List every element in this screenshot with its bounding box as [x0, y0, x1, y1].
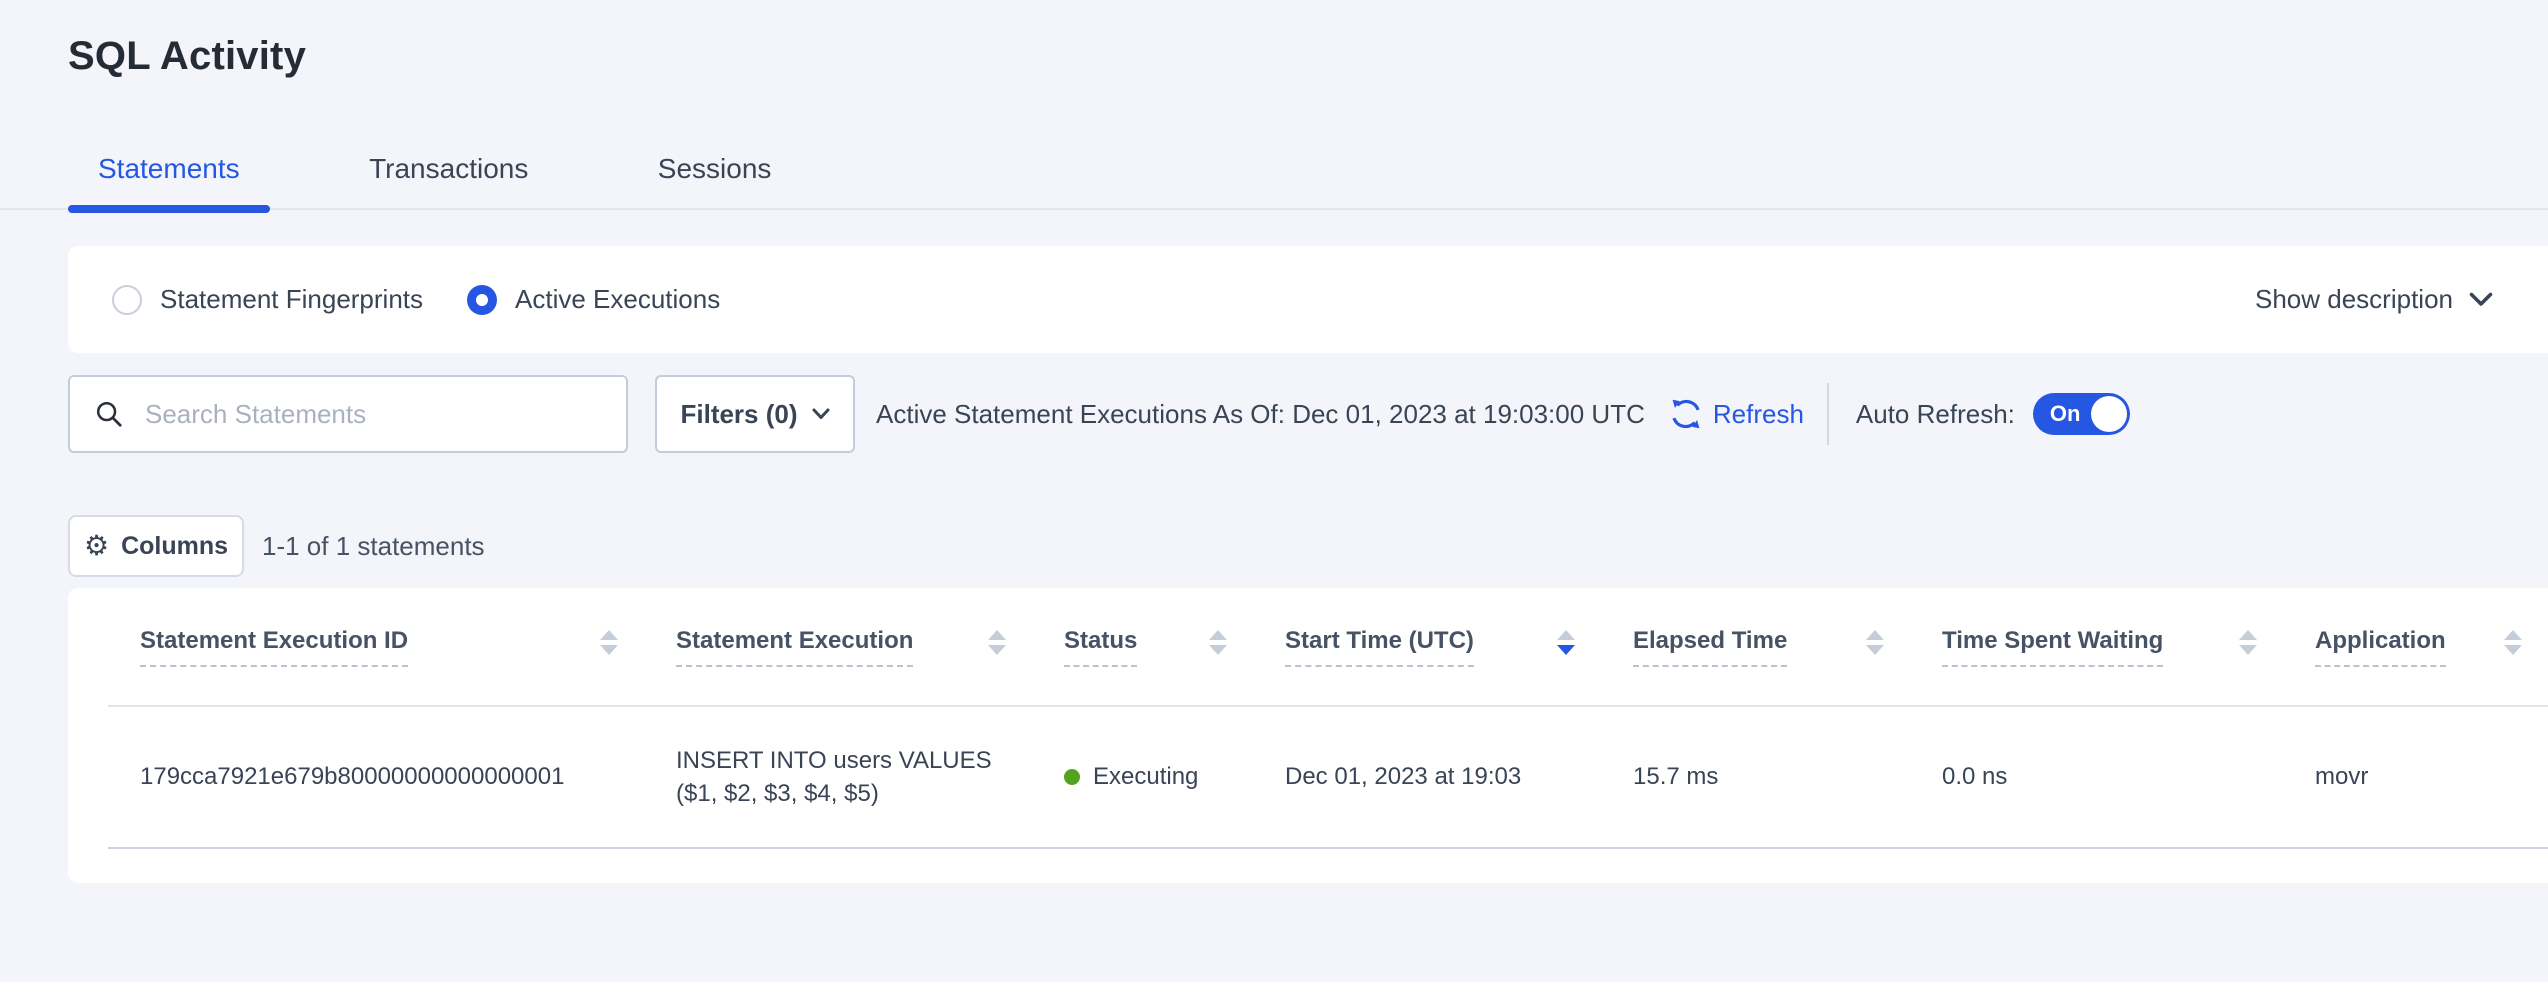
sort-icon[interactable]: [600, 630, 618, 663]
tab-statements[interactable]: Statements: [68, 78, 270, 208]
column-header-status[interactable]: Status: [1032, 588, 1253, 706]
gear-icon: ⚙: [84, 532, 109, 560]
search-icon: [95, 400, 123, 428]
sort-icon[interactable]: [1866, 630, 1884, 663]
refresh-icon: [1669, 397, 1703, 431]
tab-sessions[interactable]: Sessions: [628, 78, 802, 208]
cell-start-time: Dec 01, 2023 at 19:03: [1253, 706, 1601, 848]
radio-active-executions[interactable]: Active Executions: [467, 284, 720, 315]
sql-activity-page: SQL Activity Statements Transactions Ses…: [0, 0, 2548, 982]
toggle-state-label: On: [2050, 401, 2081, 427]
statement-text-line2: ($1, $2, $3, $4, $5): [676, 777, 1006, 810]
columns-label: Columns: [121, 532, 228, 561]
tab-bar: Statements Transactions Sessions: [0, 78, 2548, 210]
toolbar: Filters (0) Active Statement Executions …: [68, 375, 2548, 453]
table-controls: ⚙ Columns 1-1 of 1 statements: [68, 515, 2548, 577]
status-dot-icon: [1064, 769, 1080, 785]
tab-transactions[interactable]: Transactions: [339, 78, 558, 208]
sort-icon[interactable]: [1209, 630, 1227, 663]
as-of-text: Active Statement Executions As Of: Dec 0…: [876, 399, 1645, 430]
cell-time-spent-waiting: 0.0 ns: [1910, 706, 2283, 848]
radio-label: Active Executions: [515, 284, 720, 315]
show-description-label: Show description: [2255, 284, 2453, 315]
radio-statement-fingerprints[interactable]: Statement Fingerprints: [112, 284, 423, 315]
view-mode-card: Statement Fingerprints Active Executions…: [68, 246, 2548, 353]
refresh-label: Refresh: [1713, 399, 1804, 430]
page-title: SQL Activity: [0, 0, 2548, 78]
auto-refresh-label: Auto Refresh:: [1856, 399, 2015, 430]
columns-button[interactable]: ⚙ Columns: [68, 515, 244, 577]
column-header-elapsed-time[interactable]: Elapsed Time: [1601, 588, 1910, 706]
filters-label: Filters (0): [680, 399, 797, 430]
column-header-time-spent-waiting[interactable]: Time Spent Waiting: [1910, 588, 2283, 706]
chevron-down-icon: [2469, 292, 2493, 307]
toggle-knob: [2091, 396, 2127, 432]
search-input-wrapper[interactable]: [68, 375, 628, 453]
column-header-application[interactable]: Application: [2283, 588, 2548, 706]
show-description-toggle[interactable]: Show description: [2255, 284, 2493, 315]
column-header-statement-execution-id[interactable]: Statement Execution ID: [108, 588, 644, 706]
sort-icon[interactable]: [2504, 630, 2522, 663]
table-row: 179cca7921e679b80000000000000001 INSERT …: [108, 706, 2548, 848]
statements-table: Statement Execution ID Statement Executi…: [108, 588, 2548, 849]
sort-icon-active-desc[interactable]: [1557, 630, 1575, 663]
table-header-row: Statement Execution ID Statement Executi…: [108, 588, 2548, 706]
statement-text-line1: INSERT INTO users VALUES: [676, 744, 1006, 777]
sort-icon[interactable]: [2239, 630, 2257, 663]
statements-table-card: Statement Execution ID Statement Executi…: [68, 588, 2548, 883]
search-input[interactable]: [143, 398, 606, 431]
column-header-start-time[interactable]: Start Time (UTC): [1253, 588, 1601, 706]
radio-label: Statement Fingerprints: [160, 284, 423, 315]
sort-icon[interactable]: [988, 630, 1006, 663]
chevron-down-icon: [812, 408, 830, 420]
cell-application: movr: [2283, 706, 2548, 848]
filters-button[interactable]: Filters (0): [655, 375, 855, 453]
radio-selected-icon: [467, 285, 497, 315]
cell-statement[interactable]: INSERT INTO users VALUES ($1, $2, $3, $4…: [644, 706, 1032, 848]
divider: [1827, 383, 1829, 445]
radio-unselected-icon: [112, 285, 142, 315]
column-header-statement-execution[interactable]: Statement Execution: [644, 588, 1032, 706]
status-label: Executing: [1093, 763, 1198, 791]
cell-elapsed-time: 15.7 ms: [1601, 706, 1910, 848]
cell-status: Executing: [1032, 706, 1253, 848]
auto-refresh-toggle[interactable]: On: [2033, 393, 2130, 435]
results-count: 1-1 of 1 statements: [262, 531, 485, 562]
refresh-button[interactable]: Refresh: [1669, 397, 1804, 431]
cell-execution-id[interactable]: 179cca7921e679b80000000000000001: [108, 706, 644, 848]
